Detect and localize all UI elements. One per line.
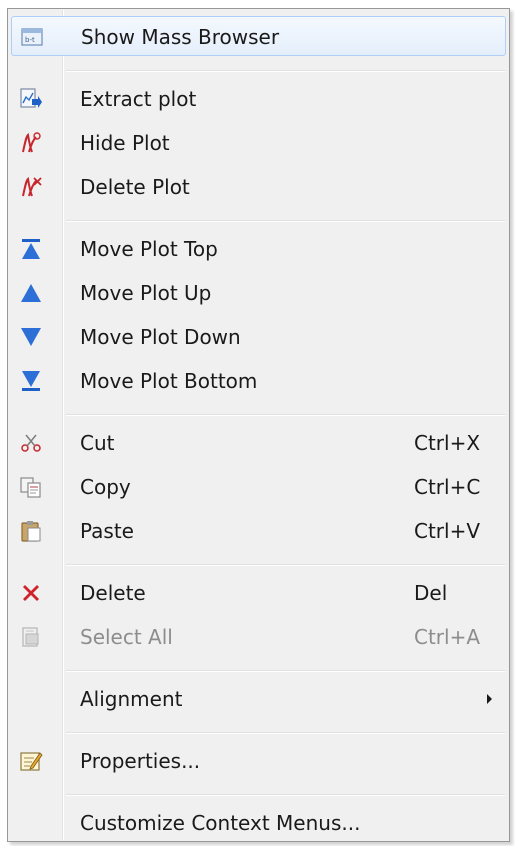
- move-top-icon: [19, 237, 43, 261]
- menu-item-label: Move Plot Down: [80, 325, 241, 349]
- menu-item-show-mass-browser[interactable]: b-t Show Mass Browser: [11, 16, 506, 56]
- hide-plot-icon: [19, 131, 43, 155]
- menu-item-customize-context-menus[interactable]: Customize Context Menus...: [11, 803, 506, 843]
- menu-item-move-plot-top[interactable]: Move Plot Top: [11, 229, 506, 269]
- menu-item-move-plot-down[interactable]: Move Plot Down: [11, 317, 506, 357]
- move-up-icon: [19, 281, 43, 305]
- menu-item-delete-plot[interactable]: Delete Plot: [11, 167, 506, 207]
- menu-item-alignment[interactable]: Alignment: [11, 679, 506, 719]
- menu-item-delete[interactable]: Delete Del: [11, 573, 506, 613]
- menu-item-label: Move Plot Top: [80, 237, 218, 261]
- context-menu: b-t Show Mass Browser Extract plot Hide …: [7, 8, 510, 842]
- menu-item-hide-plot[interactable]: Hide Plot: [11, 123, 506, 163]
- separator: [66, 220, 505, 222]
- menu-item-label: Delete: [80, 581, 146, 605]
- properties-icon: [19, 749, 43, 773]
- menu-item-label: Hide Plot: [80, 131, 170, 155]
- menu-item-properties[interactable]: Properties...: [11, 741, 506, 781]
- submenu-arrow-icon: [487, 694, 492, 704]
- separator: [66, 564, 505, 566]
- menu-item-label: Alignment: [80, 687, 183, 711]
- svg-text:b-t: b-t: [25, 36, 35, 44]
- move-bottom-icon: [19, 369, 43, 393]
- menu-item-select-all[interactable]: Select All Ctrl+A: [11, 617, 506, 657]
- delete-x-icon: [19, 581, 43, 605]
- mass-browser-icon: b-t: [20, 25, 44, 49]
- scissors-icon: [19, 431, 43, 455]
- select-all-icon: [19, 625, 43, 649]
- separator: [66, 670, 505, 672]
- menu-item-label: Delete Plot: [80, 175, 190, 199]
- separator: [66, 732, 505, 734]
- menu-item-label: Customize Context Menus...: [80, 811, 361, 835]
- menu-item-shortcut: Ctrl+V: [414, 519, 481, 543]
- menu-item-label: Move Plot Up: [80, 281, 212, 305]
- menu-item-shortcut: Ctrl+X: [414, 431, 481, 455]
- menu-item-paste[interactable]: Paste Ctrl+V: [11, 511, 506, 551]
- separator: [66, 70, 505, 72]
- menu-item-label: Extract plot: [80, 87, 197, 111]
- menu-item-copy[interactable]: Copy Ctrl+C: [11, 467, 506, 507]
- menu-item-shortcut: Ctrl+C: [414, 475, 481, 499]
- copy-icon: [19, 475, 43, 499]
- menu-item-extract-plot[interactable]: Extract plot: [11, 79, 506, 119]
- separator: [66, 794, 505, 796]
- menu-item-cut[interactable]: Cut Ctrl+X: [11, 423, 506, 463]
- menu-item-label: Paste: [80, 519, 134, 543]
- move-down-icon: [19, 325, 43, 349]
- menu-item-label: Move Plot Bottom: [80, 369, 258, 393]
- menu-item-move-plot-bottom[interactable]: Move Plot Bottom: [11, 361, 506, 401]
- menu-item-label: Copy: [80, 475, 131, 499]
- paste-icon: [19, 519, 43, 543]
- menu-item-label: Cut: [80, 431, 115, 455]
- menu-item-label: Select All: [80, 625, 173, 649]
- menu-item-label: Properties...: [80, 749, 201, 773]
- menu-item-move-plot-up[interactable]: Move Plot Up: [11, 273, 506, 313]
- menu-item-shortcut: Del: [414, 581, 448, 605]
- delete-plot-icon: [19, 175, 43, 199]
- separator: [66, 414, 505, 416]
- menu-item-label: Show Mass Browser: [81, 25, 280, 49]
- menu-item-shortcut: Ctrl+A: [414, 625, 481, 649]
- extract-plot-icon: [19, 87, 43, 111]
